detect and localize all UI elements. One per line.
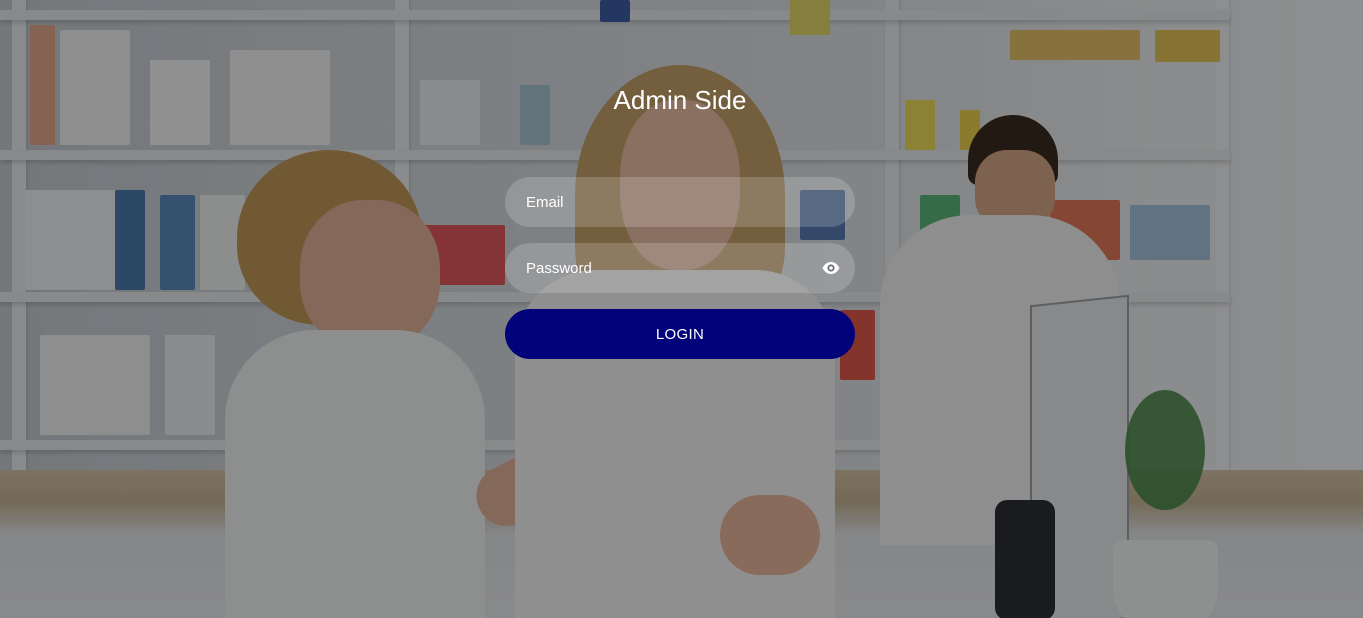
email-field-wrapper xyxy=(505,177,855,227)
login-page: Admin Side LOGIN xyxy=(0,0,1363,618)
password-field-wrapper xyxy=(505,243,855,293)
email-input[interactable] xyxy=(505,177,855,227)
login-button[interactable]: LOGIN xyxy=(505,309,855,359)
page-title: Admin Side xyxy=(613,85,747,115)
password-input[interactable] xyxy=(505,243,855,293)
eye-icon[interactable] xyxy=(821,258,841,278)
login-form: Admin Side LOGIN xyxy=(505,80,855,359)
